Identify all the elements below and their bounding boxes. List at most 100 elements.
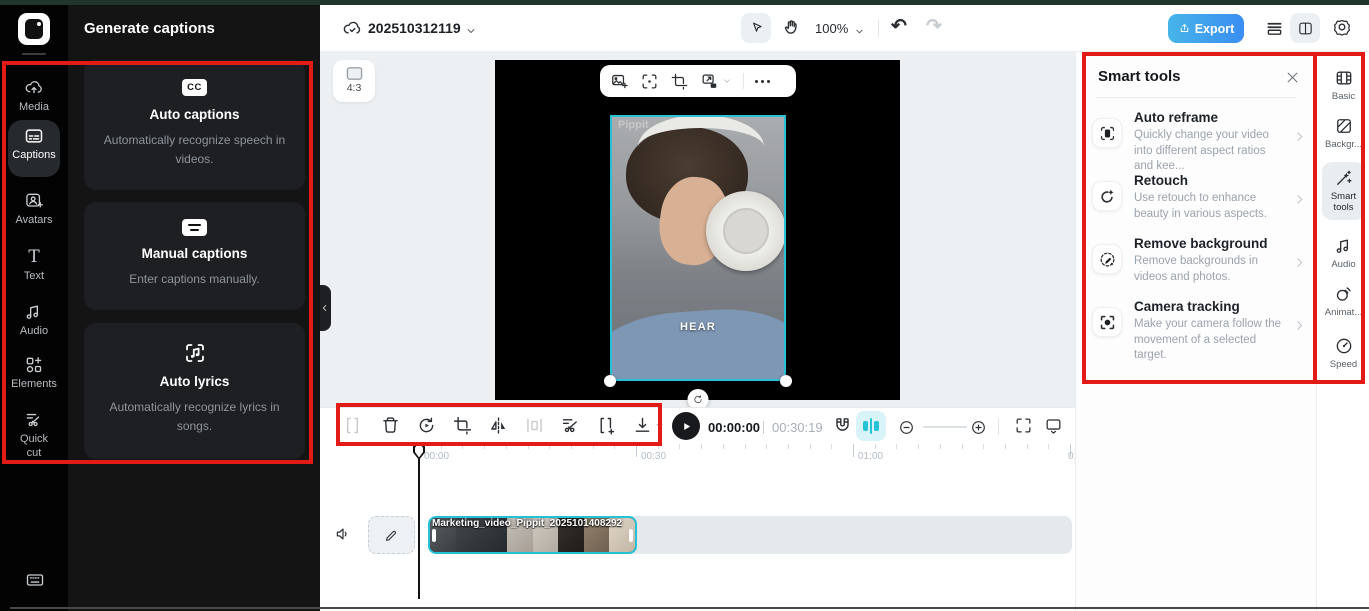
chevron-right-icon: [1293, 256, 1306, 269]
settings-gear-icon[interactable]: [1332, 17, 1352, 37]
close-icon[interactable]: [1285, 70, 1300, 85]
ratio-frame-icon: [346, 66, 363, 81]
auto-lyrics-icon: [183, 341, 207, 365]
sidebar-item-audio[interactable]: Audio: [1317, 236, 1369, 270]
auto-lyrics-card[interactable]: Auto lyrics Automatically recognize lyri…: [84, 323, 305, 459]
render-queue-icon[interactable]: [1264, 18, 1285, 39]
sidebar-item-label: Audio: [0, 325, 68, 339]
track-mute-speaker-icon[interactable]: [334, 525, 352, 543]
chevron-down-icon[interactable]: [854, 26, 865, 37]
fit-frame-icon[interactable]: [640, 72, 659, 91]
divider: [743, 73, 744, 89]
smart-tool-remove-background[interactable]: Remove backgroundRemove backgrounds in v…: [1092, 236, 1304, 294]
sidebar-item-smart-tools[interactable]: Smart tools: [1317, 168, 1369, 214]
chevron-down-icon: [722, 76, 732, 86]
pippit-logo[interactable]: [18, 13, 50, 45]
ruler-label: 01: [1068, 451, 1075, 462]
smart-tool-auto-reframe[interactable]: Auto reframeQuickly change your video in…: [1092, 110, 1304, 168]
captions-panel: Generate captions CC Auto captions Autom…: [68, 5, 320, 611]
sidebar-item-background[interactable]: Backgr...: [1317, 116, 1369, 150]
smart-tool-camera-tracking[interactable]: Camera trackingMake your camera follow t…: [1092, 299, 1304, 357]
sidebar-item-quick-cut[interactable]: Quick cut: [0, 410, 68, 461]
element-toolbar: [600, 65, 796, 97]
sidebar-item-label: Captions: [0, 149, 68, 163]
right-sidebar: Basic Backgr... Smart tools Audio Animat…: [1316, 52, 1369, 611]
nav-divider: [22, 53, 46, 55]
tool-title: Auto reframe: [1134, 110, 1286, 125]
sidebar-item-captions[interactable]: Captions: [0, 126, 68, 163]
ruler-label: 00:30: [641, 451, 666, 462]
sidebar-item-label: Elements: [0, 378, 68, 392]
music-note-icon: [1317, 236, 1369, 256]
panel-collapse-handle[interactable]: [320, 285, 331, 331]
clip-trim-handle-right[interactable]: [629, 529, 633, 542]
cursor-tool-button[interactable]: [741, 13, 771, 43]
card-title: Auto lyrics: [84, 374, 305, 389]
sidebar-item-label: Text: [0, 270, 68, 284]
chevron-right-icon: [1293, 193, 1306, 206]
auto-captions-card[interactable]: CC Auto captions Automatically recognize…: [84, 60, 305, 190]
layout-toggle-button[interactable]: [1290, 13, 1320, 43]
keyboard-shortcuts-icon[interactable]: [24, 570, 46, 590]
zoom-level[interactable]: 100%: [815, 21, 848, 36]
swap-layer-control[interactable]: [700, 72, 732, 91]
chevron-down-icon[interactable]: [465, 25, 477, 37]
ratio-label: 4:3: [333, 82, 375, 94]
tool-title: Camera tracking: [1134, 299, 1286, 314]
smart-tool-retouch[interactable]: Retouch Use retouch to enhance beauty in …: [1092, 173, 1304, 231]
selected-video-element[interactable]: Pippit HEAR: [610, 115, 786, 381]
sidebar-item-avatars[interactable]: Avatars: [0, 191, 68, 228]
watermark: Pippit: [618, 119, 649, 131]
retouch-icon: [1092, 181, 1122, 211]
chevron-right-icon: [1293, 319, 1306, 332]
tool-title: Retouch: [1134, 173, 1286, 188]
panel-title: Smart tools: [1098, 68, 1181, 85]
sidebar-item-speed[interactable]: Speed: [1317, 336, 1369, 370]
edit-captions-track-button[interactable]: [368, 516, 415, 554]
sidebar-item-label: Audio: [1317, 259, 1369, 270]
captions-icon: [0, 126, 68, 146]
resize-handle-bottom-left[interactable]: [604, 375, 616, 387]
tool-description: Use retouch to enhance beauty in various…: [1134, 191, 1286, 222]
remove-background-icon: [1092, 244, 1122, 274]
swap-layer-icon: [700, 72, 719, 91]
export-button[interactable]: Export: [1168, 14, 1244, 43]
sidebar-item-label: Media: [0, 101, 68, 115]
sidebar-item-text[interactable]: T Text: [0, 247, 68, 284]
smart-tools-panel: Smart tools Auto reframeQuickly change y…: [1075, 52, 1316, 611]
card-title: Auto captions: [84, 107, 305, 122]
avatar-add-icon: [0, 191, 68, 211]
card-description: Automatically recognize speech in videos…: [84, 131, 305, 168]
video-caption-text: HEAR: [610, 321, 786, 333]
magic-wand-icon: [1317, 168, 1369, 188]
more-options-icon[interactable]: [755, 80, 770, 83]
redo-icon[interactable]: ↷: [926, 15, 942, 38]
video-frame: Pippit HEAR: [610, 115, 786, 381]
timeline-ruler[interactable]: [320, 408, 1075, 474]
divider: [1096, 97, 1296, 98]
sidebar-item-media[interactable]: Media: [0, 78, 68, 115]
aspect-ratio-button[interactable]: 4:3: [333, 60, 375, 102]
hand-tool-icon[interactable]: [781, 17, 802, 38]
manual-captions-card[interactable]: Manual captions Enter captions manually.: [84, 202, 305, 310]
sidebar-item-elements[interactable]: Elements: [0, 355, 68, 392]
tool-description: Quickly change your video into different…: [1134, 128, 1286, 175]
elements-icon: [0, 355, 68, 375]
video-clip[interactable]: [428, 516, 637, 554]
crop-icon[interactable]: [670, 72, 689, 91]
text-icon: T: [0, 247, 68, 267]
sidebar-item-basic[interactable]: Basic: [1317, 68, 1369, 102]
playhead-line: [418, 446, 420, 599]
speed-gauge-icon: [1317, 336, 1369, 356]
clip-trim-handle-left[interactable]: [432, 529, 436, 542]
bottom-scrollbar[interactable]: [10, 607, 1369, 609]
playhead-handle[interactable]: [413, 444, 425, 460]
music-note-icon: [0, 302, 68, 322]
sidebar-item-label: Smart tools: [1324, 191, 1364, 214]
sidebar-item-audio[interactable]: Audio: [0, 302, 68, 339]
sidebar-item-animations[interactable]: Animat...: [1317, 284, 1369, 318]
project-title: 202510312119: [368, 20, 461, 36]
undo-icon[interactable]: ↶: [891, 15, 907, 38]
replace-media-icon[interactable]: [610, 72, 629, 91]
resize-handle-bottom-right[interactable]: [780, 375, 792, 387]
